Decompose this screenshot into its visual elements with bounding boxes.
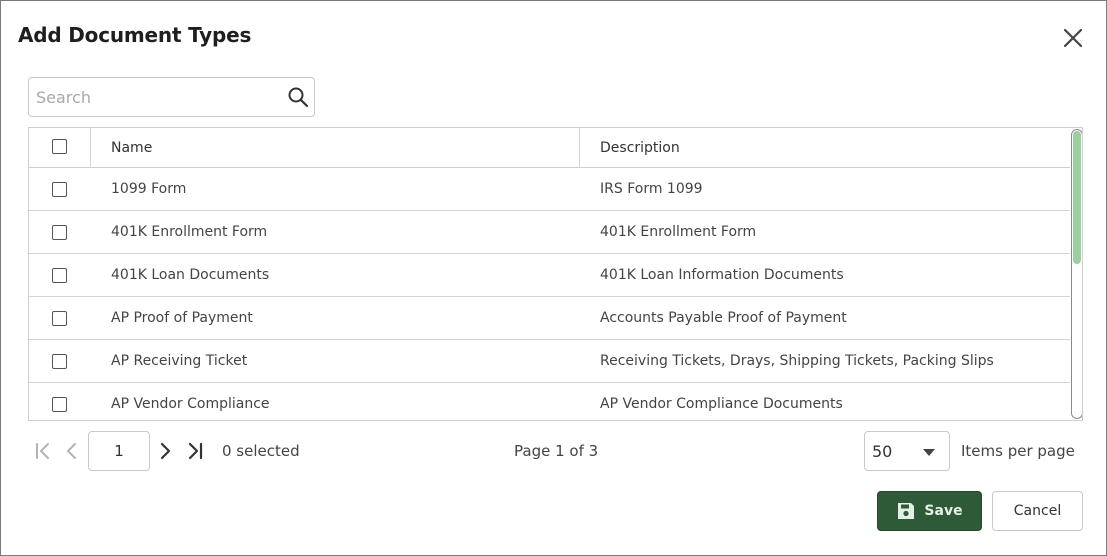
table-row[interactable]: AP Receiving Ticket Receiving Tickets, D… <box>29 340 1070 383</box>
column-header-name[interactable]: Name <box>111 128 152 168</box>
row-name: AP Proof of Payment <box>111 310 253 326</box>
save-label: Save <box>924 503 963 519</box>
items-per-page-select[interactable]: 50 <box>864 431 950 471</box>
caret-down-icon <box>923 449 935 456</box>
row-description: AP Vendor Compliance Documents <box>600 396 843 412</box>
row-checkbox[interactable] <box>52 397 67 412</box>
save-icon <box>898 503 915 519</box>
row-name: AP Vendor Compliance <box>111 396 270 412</box>
grid-header: Name Description <box>29 128 1070 168</box>
row-checkbox[interactable] <box>52 225 67 240</box>
items-per-page-label: Items per page <box>961 442 1075 460</box>
search-input[interactable] <box>29 78 279 116</box>
close-button[interactable] <box>1060 25 1086 51</box>
cancel-label: Cancel <box>1013 503 1062 519</box>
column-divider <box>579 128 580 168</box>
row-checkbox[interactable] <box>52 182 67 197</box>
next-page-button[interactable] <box>154 440 176 462</box>
chevron-right-icon <box>160 442 171 460</box>
table-row[interactable]: 401K Enrollment Form 401K Enrollment For… <box>29 211 1070 254</box>
row-description: IRS Form 1099 <box>600 181 703 197</box>
previous-page-button[interactable] <box>61 440 83 462</box>
dialog-title: Add Document Types <box>18 23 252 47</box>
search-icon[interactable] <box>287 86 309 108</box>
scrollbar-thumb[interactable] <box>1073 131 1081 264</box>
row-name: 401K Loan Documents <box>111 267 270 283</box>
row-checkbox[interactable] <box>52 311 67 326</box>
row-description: 401K Enrollment Form <box>600 224 757 240</box>
row-name: AP Receiving Ticket <box>111 353 248 369</box>
column-header-description[interactable]: Description <box>600 128 680 168</box>
cancel-button[interactable]: Cancel <box>992 491 1083 531</box>
page-number-input[interactable] <box>88 431 150 471</box>
last-page-button[interactable] <box>184 440 206 462</box>
table-row[interactable]: AP Proof of Payment Accounts Payable Pro… <box>29 297 1070 340</box>
row-description: Accounts Payable Proof of Payment <box>600 310 847 326</box>
row-name: 401K Enrollment Form <box>111 224 268 240</box>
first-page-button[interactable] <box>32 440 54 462</box>
select-all-checkbox[interactable] <box>52 139 67 154</box>
first-page-icon <box>36 443 49 459</box>
close-icon <box>1063 28 1083 48</box>
search-box <box>28 77 315 117</box>
row-description: 401K Loan Information Documents <box>600 267 844 283</box>
last-page-icon <box>188 442 203 460</box>
row-name: 1099 Form <box>111 181 187 197</box>
table-row[interactable]: 401K Loan Documents 401K Loan Informatio… <box>29 254 1070 297</box>
row-checkbox[interactable] <box>52 268 67 283</box>
pager: 0 selected Page 1 of 3 50 Items per page <box>28 431 1083 471</box>
document-types-grid: Name Description 1099 Form IRS Form 1099… <box>28 127 1083 421</box>
add-document-types-dialog: Add Document Types Name Description 1099… <box>0 0 1107 556</box>
chevron-left-icon <box>67 443 76 459</box>
table-row[interactable]: 1099 Form IRS Form 1099 <box>29 168 1070 211</box>
row-description: Receiving Tickets, Drays, Shipping Ticke… <box>600 353 994 369</box>
column-divider <box>90 128 91 168</box>
table-row[interactable]: AP Vendor Compliance AP Vendor Complianc… <box>29 383 1070 420</box>
vertical-scrollbar[interactable] <box>1070 128 1082 420</box>
page-info: Page 1 of 3 <box>514 442 599 460</box>
selected-count: 0 selected <box>222 442 300 460</box>
row-checkbox[interactable] <box>52 354 67 369</box>
items-per-page-value: 50 <box>872 442 893 461</box>
save-button[interactable]: Save <box>877 491 982 531</box>
